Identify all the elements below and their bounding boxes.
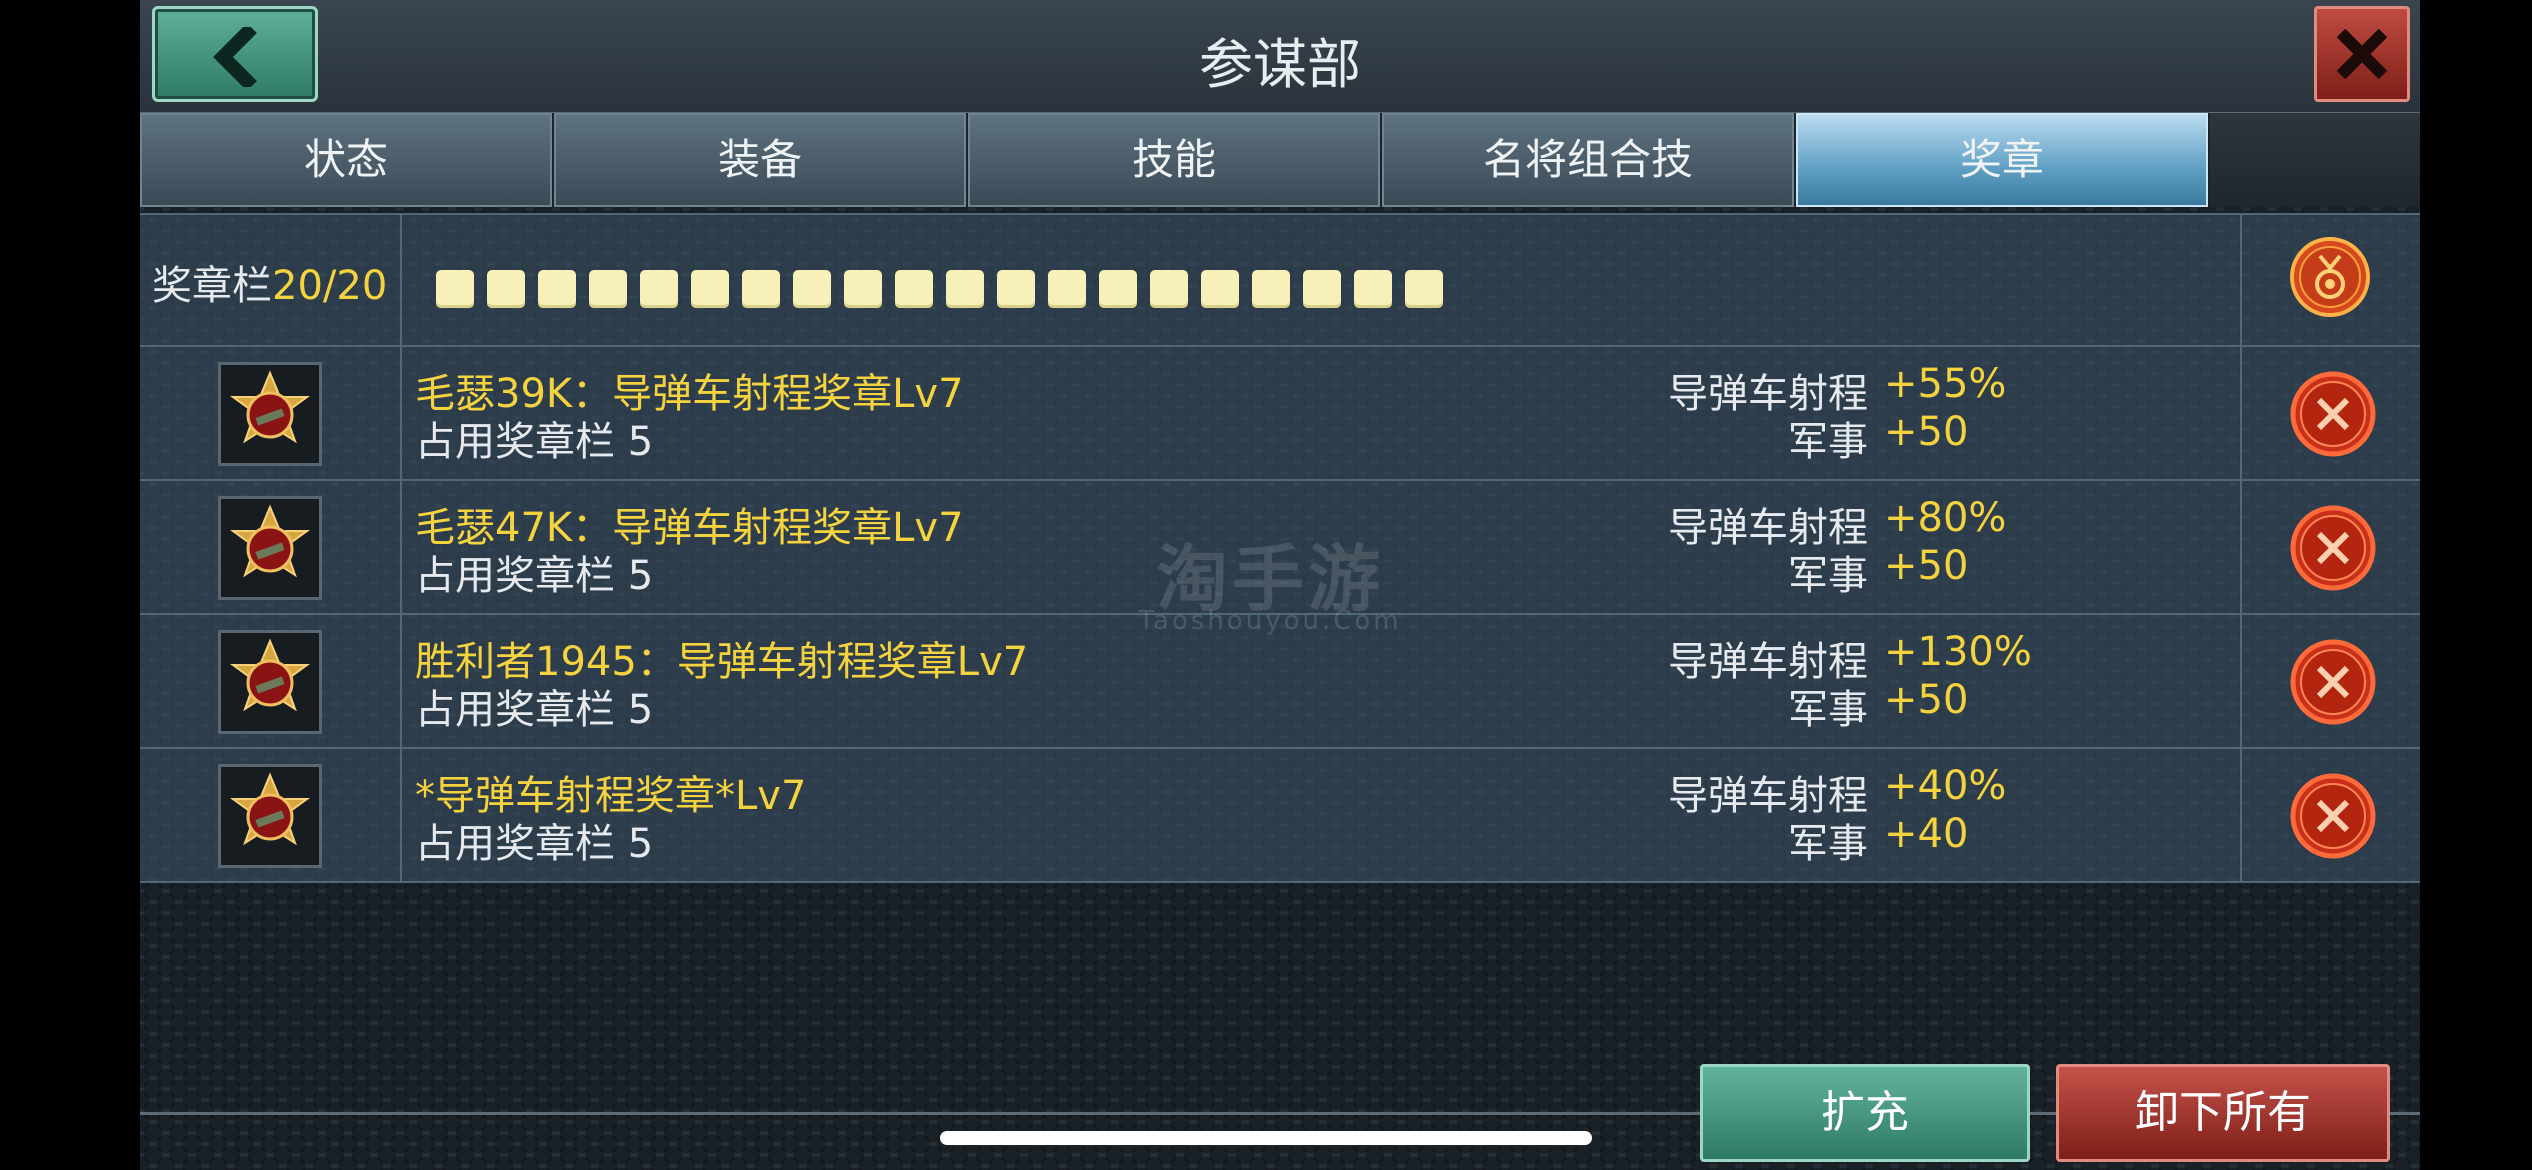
slot-count: 20/20 xyxy=(272,263,388,309)
remove-icon[interactable] xyxy=(2286,367,2380,461)
slot-indicator xyxy=(1252,270,1290,308)
divider xyxy=(400,615,402,749)
divider xyxy=(2240,215,2242,345)
slot-indicator xyxy=(742,270,780,308)
occupy-label: 占用奖章栏 xyxy=(415,687,615,733)
slot-indicator xyxy=(1405,270,1443,308)
slot-indicator xyxy=(538,270,576,308)
slot-indicator xyxy=(589,270,627,308)
medal-slot-usage: 占用奖章栏 5 xyxy=(415,677,653,735)
divider xyxy=(400,215,402,345)
slot-indicator xyxy=(1048,270,1086,308)
back-arrow-icon xyxy=(213,27,257,87)
occupy-label: 占用奖章栏 xyxy=(415,553,615,599)
medal-badge-icon xyxy=(229,370,311,444)
medal-slot-usage: 占用奖章栏 5 xyxy=(415,543,653,601)
divider xyxy=(400,481,402,615)
stat-label: 军事 xyxy=(1788,687,1868,733)
slot-indicator xyxy=(997,270,1035,308)
slot-indicator xyxy=(1099,270,1137,308)
tab-medals[interactable]: 奖章 xyxy=(1796,113,2208,207)
tab-skills[interactable]: 技能 xyxy=(968,113,1380,207)
slot-indicator xyxy=(1150,270,1188,308)
stat-value: +55% xyxy=(1884,361,2007,407)
slot-indicator xyxy=(1354,270,1392,308)
medal-thumbnail[interactable] xyxy=(218,630,322,734)
slot-indicator xyxy=(844,270,882,308)
slot-indicator xyxy=(946,270,984,308)
tab-bar: 状态 装备 技能 名将组合技 奖章 xyxy=(140,113,2420,207)
occupy-value: 5 xyxy=(627,553,654,599)
slot-indicator xyxy=(640,270,678,308)
back-button[interactable] xyxy=(152,6,318,102)
medal-thumbnail[interactable] xyxy=(218,496,322,600)
medal-badge-icon xyxy=(229,638,311,712)
tab-combo-skills[interactable]: 名将组合技 xyxy=(1382,113,1794,207)
slot-indicator xyxy=(436,270,474,308)
slot-indicator xyxy=(895,270,933,308)
divider xyxy=(2240,749,2242,883)
home-indicator[interactable] xyxy=(940,1131,1592,1145)
remove-icon[interactable] xyxy=(2286,501,2380,595)
unload-all-button[interactable]: 卸下所有 xyxy=(2056,1064,2390,1162)
slot-indicators xyxy=(436,270,1456,308)
occupy-value: 5 xyxy=(627,687,654,733)
close-button[interactable] xyxy=(2314,6,2410,102)
medal-badge-icon xyxy=(229,504,311,578)
medal-thumbnail[interactable] xyxy=(218,362,322,466)
tab-bar-filler xyxy=(2210,113,2420,207)
occupy-label: 占用奖章栏 xyxy=(415,821,615,867)
occupy-value: 5 xyxy=(627,419,654,465)
medal-slot-usage: 占用奖章栏 5 xyxy=(415,409,653,467)
header-bar: 参谋部 xyxy=(140,0,2420,114)
page-title: 参谋部 xyxy=(1199,33,1361,96)
occupy-label: 占用奖章栏 xyxy=(415,419,615,465)
slot-indicator xyxy=(793,270,831,308)
stat-value: +130% xyxy=(1884,629,2032,675)
medal-slot-usage: 占用奖章栏 5 xyxy=(415,811,653,869)
remove-icon[interactable] xyxy=(2286,769,2380,863)
divider xyxy=(400,347,402,481)
expand-button[interactable]: 扩充 xyxy=(1700,1064,2030,1162)
divider xyxy=(400,749,402,883)
remove-icon[interactable] xyxy=(2286,635,2380,729)
stat-value: +40 xyxy=(1884,811,1969,857)
watermark-subtitle: Taoshouyou.Com xyxy=(1138,606,1402,636)
medal-row: *导弹车射程奖章*Lv7 占用奖章栏 5 导弹车射程 +40% 军事 +40 xyxy=(140,749,2420,883)
stat-label: 军事 xyxy=(1788,821,1868,867)
stat-label: 军事 xyxy=(1788,419,1868,465)
slot-label-text: 奖章栏 xyxy=(152,263,272,309)
stat-value: +50 xyxy=(1884,409,1969,455)
medal-slot-bar: 奖章栏20/20 xyxy=(140,213,2420,347)
tab-equipment[interactable]: 装备 xyxy=(554,113,966,207)
stat-value: +80% xyxy=(1884,495,2007,541)
stat-value: +40% xyxy=(1884,763,2007,809)
stat-label: 军事 xyxy=(1788,553,1868,599)
slot-bar-label: 奖章栏20/20 xyxy=(152,253,387,311)
medal-row: 毛瑟39K：导弹车射程奖章Lv7 占用奖章栏 5 导弹车射程 +55% 军事 +… xyxy=(140,347,2420,481)
slot-indicator xyxy=(487,270,525,308)
tab-status[interactable]: 状态 xyxy=(140,113,552,207)
divider xyxy=(2240,347,2242,481)
stat-value: +50 xyxy=(1884,543,1969,589)
divider xyxy=(2240,615,2242,749)
slot-indicator xyxy=(1201,270,1239,308)
slot-indicator xyxy=(1303,270,1341,308)
close-icon xyxy=(2336,28,2388,80)
occupy-value: 5 xyxy=(627,821,654,867)
medal-icon[interactable] xyxy=(2287,234,2373,320)
divider xyxy=(2240,481,2242,615)
medal-badge-icon xyxy=(229,772,311,846)
stat-value: +50 xyxy=(1884,677,1969,723)
slot-indicator xyxy=(691,270,729,308)
medal-thumbnail[interactable] xyxy=(218,764,322,868)
